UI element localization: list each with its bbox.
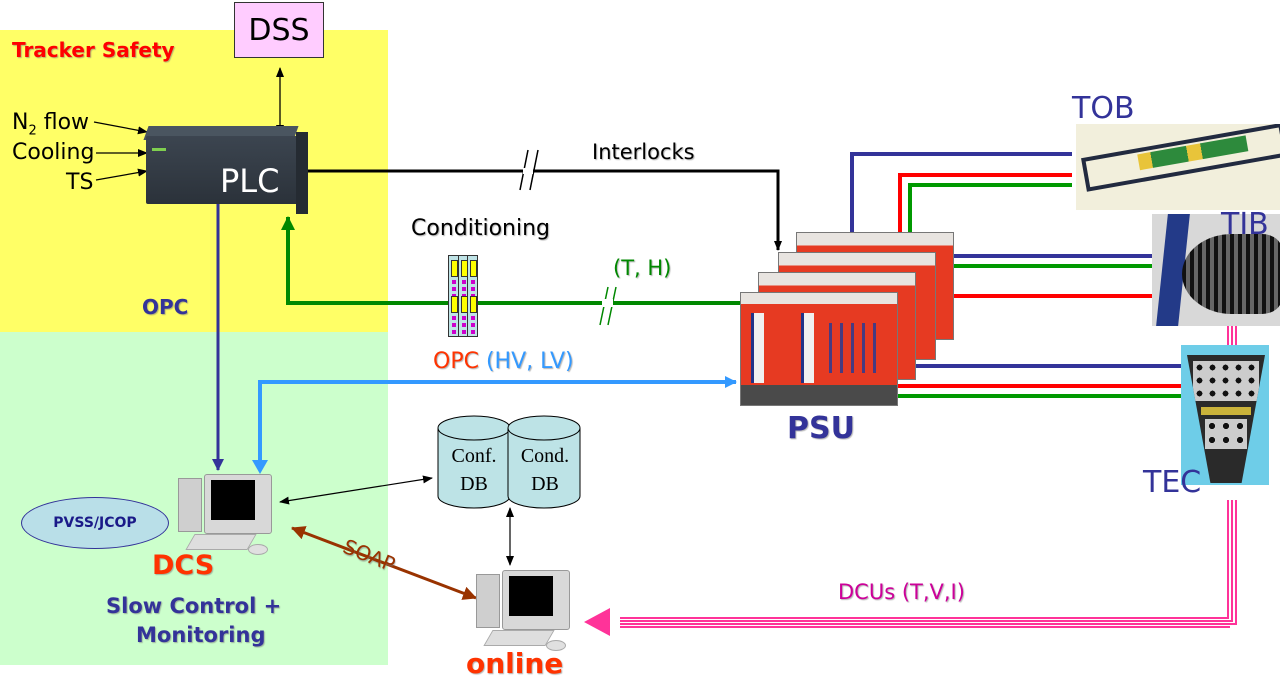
db-dcs-link <box>279 475 433 505</box>
conditioning-module[interactable] <box>448 255 478 337</box>
psu-crate-front <box>740 292 898 406</box>
psu-label: PSU <box>787 411 855 446</box>
dss-box[interactable]: DSS <box>234 2 324 58</box>
conditioning-label: Conditioning <box>411 216 551 241</box>
plc-indicator <box>152 148 166 151</box>
conditioning-slot <box>468 256 478 336</box>
tec-label: TEC <box>1143 465 1202 500</box>
online-label: online <box>466 647 564 680</box>
plc-side <box>296 132 308 214</box>
ts-input: TS <box>66 170 94 195</box>
psu-crates[interactable] <box>740 232 954 406</box>
th-label: (T, H) <box>613 256 672 280</box>
tracker-safety-title: Tracker Safety <box>12 38 175 62</box>
conditioning-slot <box>449 256 459 336</box>
dcs-computer-icon[interactable] <box>176 472 276 556</box>
pvss-jcop-badge: PVSS/JCOP <box>21 497 169 549</box>
plc-label: PLC <box>220 162 280 200</box>
opc-hvlv-label: OPC (HV, LV) <box>433 349 574 374</box>
tib-label: TIB <box>1221 207 1269 242</box>
dcs-subtitle-line2: Monitoring <box>136 623 266 647</box>
online-computer-icon[interactable] <box>474 568 574 652</box>
database-cylinders: Conf. DB Cond. DB <box>436 414 582 510</box>
opc-label: OPC <box>142 295 189 319</box>
dss-label: DSS <box>248 12 310 48</box>
tob-label: TOB <box>1072 91 1135 126</box>
dcs-subtitle-line1: Slow Control + <box>106 594 282 618</box>
cooling-input: Cooling <box>12 140 95 165</box>
plc-device[interactable]: PLC <box>143 120 308 216</box>
dcs-label: DCS <box>152 550 215 581</box>
n2-flow-input: N2 flow <box>12 110 90 139</box>
tob-image[interactable] <box>1076 124 1280 210</box>
conf-db[interactable]: Conf. DB <box>440 442 508 498</box>
cond-db[interactable]: Cond. DB <box>510 442 580 498</box>
interlocks-label: Interlocks <box>592 140 695 164</box>
tec-image[interactable] <box>1181 345 1269 485</box>
conditioning-slot <box>458 256 469 336</box>
dcus-label: DCUs (T,V,I) <box>838 580 965 604</box>
